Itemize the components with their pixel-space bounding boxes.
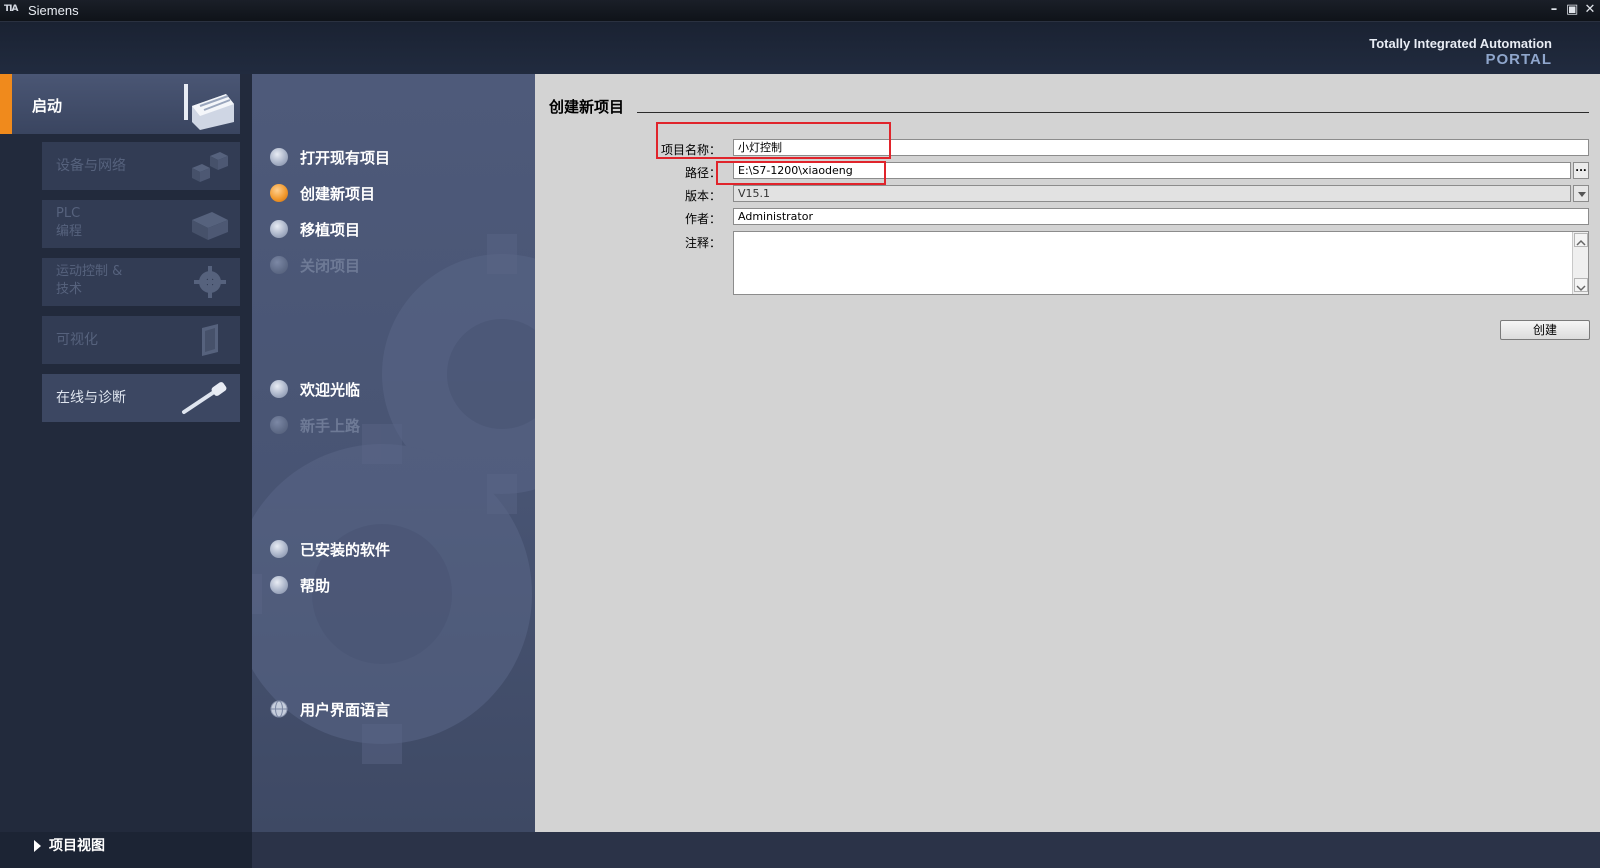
actions-panel: 打开现有项目 创建新项目 移植项目 关闭项目 欢迎光临 新手上路 已安装的软件 … bbox=[252, 74, 535, 832]
action-welcome[interactable]: 欢迎光临 bbox=[270, 378, 360, 400]
comment-scrollbar[interactable] bbox=[1572, 232, 1588, 294]
nav-start-label: 启动 bbox=[32, 97, 63, 115]
hmi-panel-icon bbox=[202, 324, 218, 356]
nav-devices-networks: 设备与网络 bbox=[42, 142, 240, 190]
version-dropdown-icon[interactable] bbox=[1573, 185, 1589, 202]
status-bar bbox=[252, 832, 1600, 868]
comment-label: 注释： bbox=[684, 236, 721, 250]
nav-start[interactable]: 启动 bbox=[0, 74, 240, 134]
browse-path-button[interactable]: ... bbox=[1573, 162, 1589, 179]
create-project-title: 创建新项目 bbox=[549, 98, 625, 116]
project-view-link[interactable]: 项目视图 bbox=[34, 835, 105, 855]
action-ui-language[interactable]: 用户界面语言 bbox=[270, 698, 390, 720]
window-titlebar: TIA Siemens – ▣ ✕ bbox=[0, 0, 1600, 22]
motion-gear-icon bbox=[194, 266, 226, 298]
radio-dot-disabled-icon bbox=[270, 256, 288, 274]
expand-triangle-icon bbox=[34, 840, 41, 852]
action-migrate[interactable]: 移植项目 bbox=[270, 218, 360, 240]
radio-dot-disabled-icon bbox=[270, 416, 288, 434]
factory-start-icon bbox=[184, 84, 234, 130]
action-installed-software[interactable]: 已安装的软件 bbox=[270, 538, 390, 560]
author-input[interactable]: Administrator bbox=[733, 208, 1589, 225]
radio-dot-icon bbox=[270, 148, 288, 166]
title-divider bbox=[637, 112, 1589, 113]
nav-online-diagnostics[interactable]: 在线与诊断 bbox=[42, 374, 240, 422]
action-create-new[interactable]: 创建新项目 bbox=[270, 182, 375, 204]
nav-visualization-label: 可视化 bbox=[56, 332, 98, 348]
action-close: 关闭项目 bbox=[270, 254, 360, 276]
comment-textarea[interactable] bbox=[733, 231, 1589, 295]
action-migrate-label: 移植项目 bbox=[300, 220, 361, 239]
radio-dot-icon bbox=[270, 380, 288, 398]
action-installed-software-label: 已安装的软件 bbox=[300, 540, 391, 559]
nav-visualization: 可视化 bbox=[42, 316, 240, 364]
action-first-steps-label: 新手上路 bbox=[300, 416, 361, 435]
restore-button[interactable]: ▣ bbox=[1566, 2, 1578, 18]
network-devices-icon bbox=[192, 152, 228, 182]
close-button[interactable]: ✕ bbox=[1584, 2, 1596, 18]
radio-dot-icon bbox=[270, 540, 288, 558]
author-label: 作者： bbox=[684, 212, 721, 226]
action-welcome-label: 欢迎光临 bbox=[300, 380, 361, 399]
tia-logo-icon: TIA bbox=[4, 4, 18, 14]
portal-nav: 启动 设备与网络 PLC 编程 运动控制 & 技术 可视化 在线与诊断 bbox=[0, 74, 252, 832]
path-input[interactable]: E:\S7-1200\xiaodeng bbox=[733, 162, 1571, 179]
nav-motion-technology: 运动控制 & 技术 bbox=[42, 258, 240, 306]
nav-plc-programming: PLC 编程 bbox=[42, 200, 240, 248]
action-first-steps: 新手上路 bbox=[270, 414, 360, 436]
nav-online-diagnostics-label: 在线与诊断 bbox=[56, 390, 126, 406]
create-button[interactable]: 创建 bbox=[1500, 320, 1590, 340]
radio-dot-selected-icon bbox=[270, 184, 288, 202]
nav-motion-technology-label: 运动控制 & 技术 bbox=[56, 264, 123, 297]
path-label: 路径： bbox=[684, 166, 721, 180]
nav-plc-programming-label: PLC 编程 bbox=[56, 206, 83, 239]
diagnostics-tool-icon bbox=[182, 382, 227, 414]
radio-dot-icon bbox=[270, 576, 288, 594]
action-close-label: 关闭项目 bbox=[300, 256, 361, 275]
create-project-panel: 创建新项目 项目名称： 小灯控制 路径： E:\S7-1200\xiaodeng… bbox=[535, 74, 1600, 832]
nav-devices-networks-label: 设备与网络 bbox=[56, 158, 126, 174]
globe-icon bbox=[270, 700, 288, 718]
window-title: Siemens bbox=[28, 3, 79, 18]
action-open-existing-label: 打开现有项目 bbox=[300, 148, 391, 167]
plc-programming-icon bbox=[192, 212, 228, 240]
brand-title: Totally Integrated Automation bbox=[1369, 36, 1552, 51]
action-ui-language-label: 用户界面语言 bbox=[300, 700, 391, 719]
radio-dot-icon bbox=[270, 220, 288, 238]
scroll-down-icon[interactable] bbox=[1574, 278, 1588, 292]
version-select[interactable]: V15.1 bbox=[733, 185, 1571, 202]
brand-subtitle: PORTAL bbox=[1485, 51, 1552, 68]
window-controls: – ▣ ✕ bbox=[1548, 2, 1596, 18]
portal-header: Totally Integrated Automation PORTAL bbox=[0, 22, 1600, 74]
version-label: 版本： bbox=[684, 189, 721, 203]
action-help[interactable]: 帮助 bbox=[270, 574, 330, 596]
action-create-new-label: 创建新项目 bbox=[300, 184, 376, 203]
scroll-up-icon[interactable] bbox=[1574, 233, 1588, 247]
project-name-label: 项目名称： bbox=[660, 143, 721, 157]
minimize-button[interactable]: – bbox=[1548, 2, 1560, 18]
action-open-existing[interactable]: 打开现有项目 bbox=[270, 146, 390, 168]
action-help-label: 帮助 bbox=[300, 576, 331, 595]
project-view-label: 项目视图 bbox=[49, 838, 105, 854]
active-indicator bbox=[0, 74, 12, 134]
project-name-input[interactable]: 小灯控制 bbox=[733, 139, 1589, 156]
